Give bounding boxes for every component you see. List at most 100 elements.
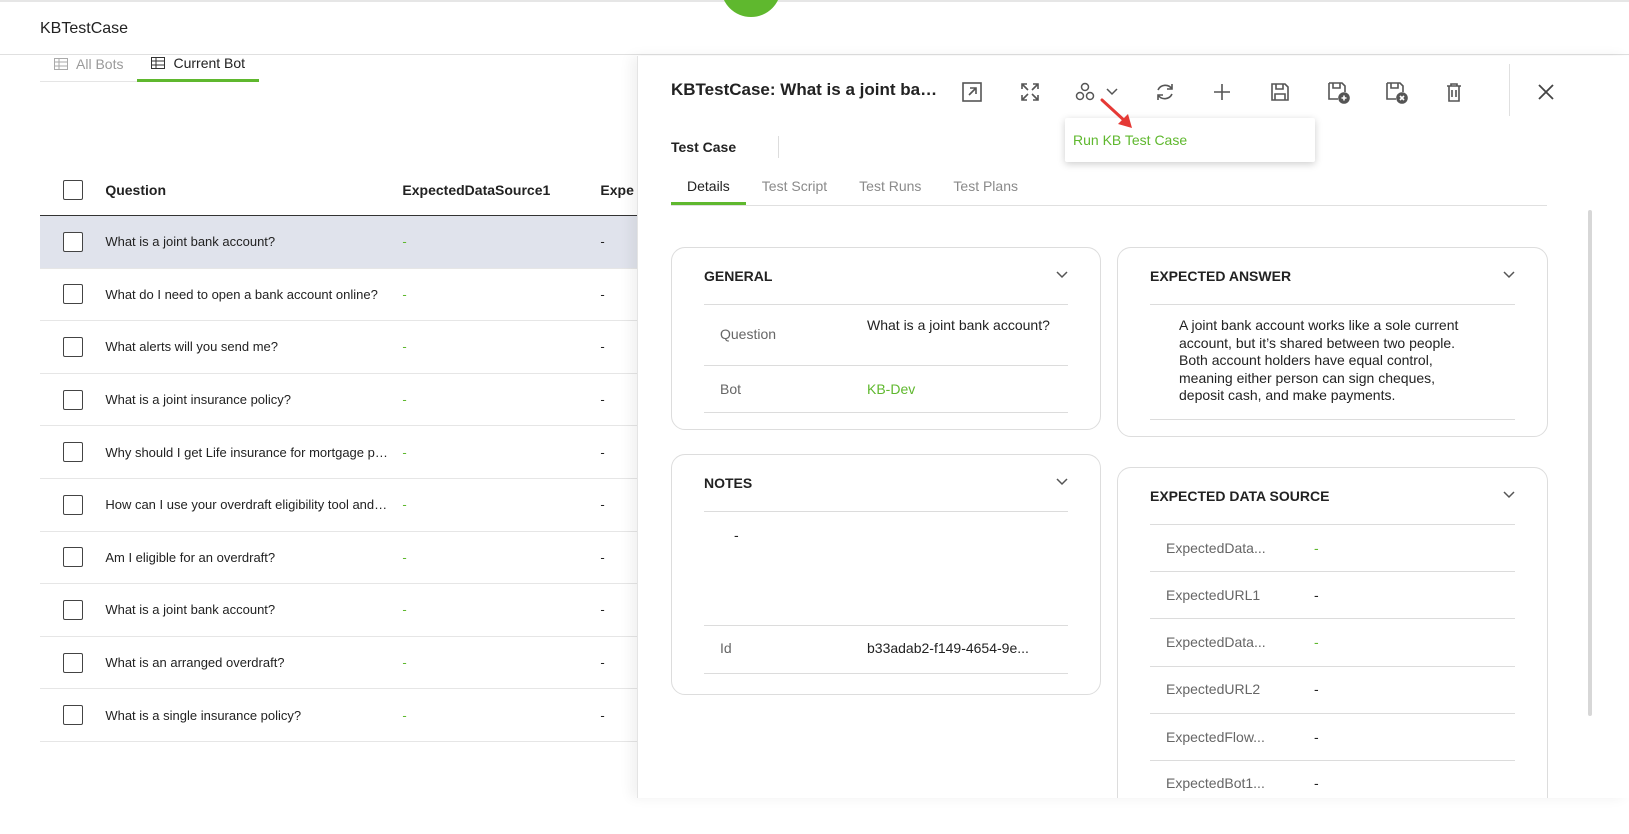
table-header: Question ExpectedDataSource1 Expe	[40, 164, 640, 216]
table-row[interactable]: What alerts will you send me? - -	[40, 321, 640, 374]
notes-value: -	[734, 527, 739, 543]
question-cell: What is an arranged overdraft?	[105, 655, 285, 671]
column-header-question[interactable]: Question	[105, 182, 402, 198]
expected-answer-text: A joint bank account works like a sole c…	[1179, 317, 1459, 403]
expected-answer-card: EXPECTED ANSWER A joint bank account wor…	[1117, 247, 1548, 437]
row-checkbox[interactable]	[62, 494, 83, 515]
grid-icon	[54, 57, 68, 70]
chevron-down-icon[interactable]	[1054, 473, 1070, 494]
question-cell: What do I need to open a bank account on…	[105, 286, 378, 302]
tab-current-bot[interactable]: Current Bot	[137, 46, 260, 82]
detail-panel: KBTestCase: What is a joint bank account…	[637, 56, 1629, 798]
data-source-cell: -	[402, 392, 407, 408]
table-row[interactable]: Am I eligible for an overdraft? - -	[40, 532, 640, 585]
tab-details[interactable]: Details	[671, 168, 746, 205]
table-row[interactable]: What is a single insurance policy? - -	[40, 689, 640, 742]
question-cell: Am I eligible for an overdraft?	[105, 549, 276, 565]
tab-all-bots[interactable]: All Bots	[40, 46, 138, 82]
toolbar-divider	[1509, 64, 1510, 116]
expected-data-source2-value: -	[1314, 634, 1319, 650]
expected-data-source1-label: ExpectedData...	[1166, 540, 1266, 556]
question-cell: How can I use your overdraft eligibility…	[105, 497, 402, 513]
data-source-cell: -	[402, 339, 407, 355]
app-title: KBTestCase	[40, 20, 129, 37]
save-add-icon[interactable]	[1324, 78, 1352, 106]
save-icon[interactable]	[1266, 78, 1294, 106]
question-cell: What is a single insurance policy?	[105, 707, 302, 723]
table-row[interactable]: What is an arranged overdraft? - -	[40, 637, 640, 690]
tab-test-runs[interactable]: Test Runs	[843, 168, 937, 205]
row-checkbox[interactable]	[62, 231, 83, 252]
expe-cell: -	[600, 549, 605, 565]
column-header-expected-data-source1[interactable]: ExpectedDataSource1	[402, 182, 600, 198]
grid-icon	[151, 56, 166, 69]
row-checkbox[interactable]	[62, 336, 83, 357]
expected-data-source-card: EXPECTED DATA SOURCE ExpectedData... - E…	[1117, 467, 1548, 798]
chevron-down-icon[interactable]	[1501, 266, 1517, 287]
expe-cell: -	[600, 392, 605, 408]
panel-scrollbar[interactable]	[1588, 210, 1592, 716]
id-label: Id	[720, 640, 732, 656]
question-cell: What alerts will you send me?	[105, 339, 279, 355]
refresh-icon[interactable]	[1151, 78, 1179, 106]
record-type-label: Test Case	[671, 139, 737, 155]
bot-label: Bot	[720, 381, 742, 397]
table-row[interactable]: What is a joint insurance policy? - -	[40, 374, 640, 427]
notes-header: NOTES	[704, 475, 753, 491]
table-row[interactable]: Why should I get Life insurance for mort…	[40, 426, 640, 479]
expected-bot-label: ExpectedBot1...	[1166, 775, 1265, 791]
data-source-cell: -	[402, 444, 407, 460]
data-source-cell: -	[402, 497, 407, 513]
row-checkbox[interactable]	[62, 442, 83, 463]
data-source-cell: -	[402, 655, 407, 671]
row-checkbox[interactable]	[62, 705, 83, 726]
tab-test-plans[interactable]: Test Plans	[937, 168, 1034, 205]
table-row[interactable]: How can I use your overdraft eligibility…	[40, 479, 640, 532]
row-checkbox[interactable]	[62, 599, 83, 620]
notes-card: NOTES - Id b33adab2-f149-4654-9e...	[671, 454, 1101, 695]
table-row[interactable]: What is a joint bank account? - -	[40, 584, 640, 637]
question-cell: What is a joint insurance policy?	[105, 392, 292, 408]
row-checkbox[interactable]	[62, 652, 83, 673]
chevron-down-icon[interactable]	[1054, 266, 1070, 287]
bot-link[interactable]: KB-Dev	[867, 381, 915, 397]
data-source-cell: -	[402, 549, 407, 565]
expe-cell: -	[600, 602, 605, 618]
chevron-down-icon[interactable]	[1501, 486, 1517, 507]
expected-data-source-header: EXPECTED DATA SOURCE	[1150, 488, 1330, 504]
column-header-expe[interactable]: Expe	[600, 182, 640, 198]
tab-test-script[interactable]: Test Script	[746, 168, 843, 205]
expe-cell: -	[600, 707, 605, 723]
expected-data-source2-label: ExpectedData...	[1166, 634, 1266, 650]
select-all-checkbox[interactable]	[62, 179, 83, 200]
row-checkbox[interactable]	[62, 547, 83, 568]
data-source-cell: -	[402, 707, 407, 723]
panel-title: KBTestCase: What is a joint bank account…	[671, 80, 943, 99]
close-icon[interactable]	[1532, 78, 1560, 106]
expected-url1-label: ExpectedURL1	[1166, 587, 1261, 603]
add-icon[interactable]	[1208, 78, 1236, 106]
expected-bot-value: -	[1314, 775, 1319, 791]
expected-data-source1-value: -	[1314, 540, 1319, 556]
table-row[interactable]: What do I need to open a bank account on…	[40, 269, 640, 322]
table-row[interactable]: What is a joint bank account? - -	[40, 216, 640, 269]
row-checkbox[interactable]	[62, 284, 83, 305]
row-checkbox[interactable]	[62, 389, 83, 410]
tab-label: Current Bot	[173, 54, 246, 71]
open-external-icon[interactable]	[958, 78, 986, 106]
expe-cell: -	[600, 497, 605, 513]
expe-cell: -	[600, 444, 605, 460]
data-source-cell: -	[402, 234, 407, 250]
expected-flow-label: ExpectedFlow...	[1166, 729, 1265, 745]
expe-cell: -	[600, 286, 605, 302]
expected-flow-value: -	[1314, 729, 1319, 745]
question-cell: What is a joint bank account?	[105, 602, 276, 618]
question-label: Question	[720, 326, 777, 342]
save-close-icon[interactable]	[1382, 78, 1410, 106]
expe-cell: -	[600, 655, 605, 671]
delete-icon[interactable]	[1440, 78, 1468, 106]
status-indicator	[721, 0, 781, 17]
expand-icon[interactable]	[1016, 78, 1044, 106]
expe-cell: -	[600, 234, 605, 250]
data-source-cell: -	[402, 602, 407, 618]
